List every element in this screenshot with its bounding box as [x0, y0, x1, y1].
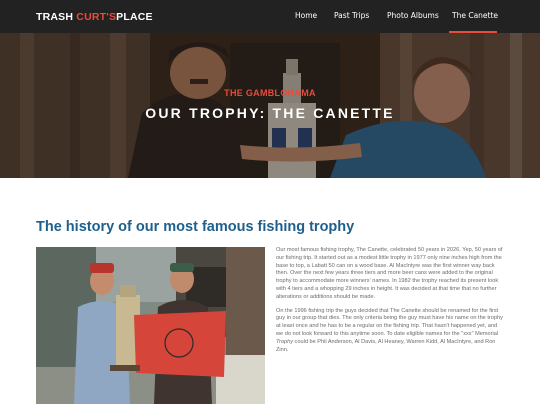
nav-home[interactable]: Home: [295, 11, 317, 20]
history-paragraph-2: On the 1996 fishing trip the guys decide…: [276, 308, 504, 355]
nav-photo-albums[interactable]: Photo Albums: [387, 11, 439, 20]
trophy-history-text: Our most famous fishing trophy, The Cane…: [276, 247, 504, 360]
site-header: TRASH CURT'SPLACE Home Past Trips Photo …: [0, 0, 540, 33]
trophy-photo-image: [36, 247, 265, 404]
nav-past-trips[interactable]: Past Trips: [334, 11, 369, 20]
trophy-photo: [36, 247, 265, 404]
hero-banner: THE GAMBLORAMA OUR TROPHY: THE CANETTE: [0, 33, 540, 178]
nav-the-canette[interactable]: The Canette: [452, 11, 498, 20]
history-paragraph-2-italic: Trophy: [276, 338, 293, 345]
main-nav: Home Past Trips Photo Albums The Canette: [0, 11, 540, 33]
history-paragraph-2-start: On the 1996 fishing trip the guys decide…: [276, 307, 503, 337]
hero-kicker: THE GAMBLORAMA: [224, 88, 316, 98]
history-paragraph-1: Our most famous fishing trophy, The Cane…: [276, 247, 503, 300]
history-paragraph-2-end: could be Phil Anderson, Al Davis, Al Hea…: [276, 338, 496, 353]
section-title: The history of our most famous fishing t…: [36, 219, 355, 235]
page-title: OUR TROPHY: THE CANETTE: [145, 105, 395, 121]
